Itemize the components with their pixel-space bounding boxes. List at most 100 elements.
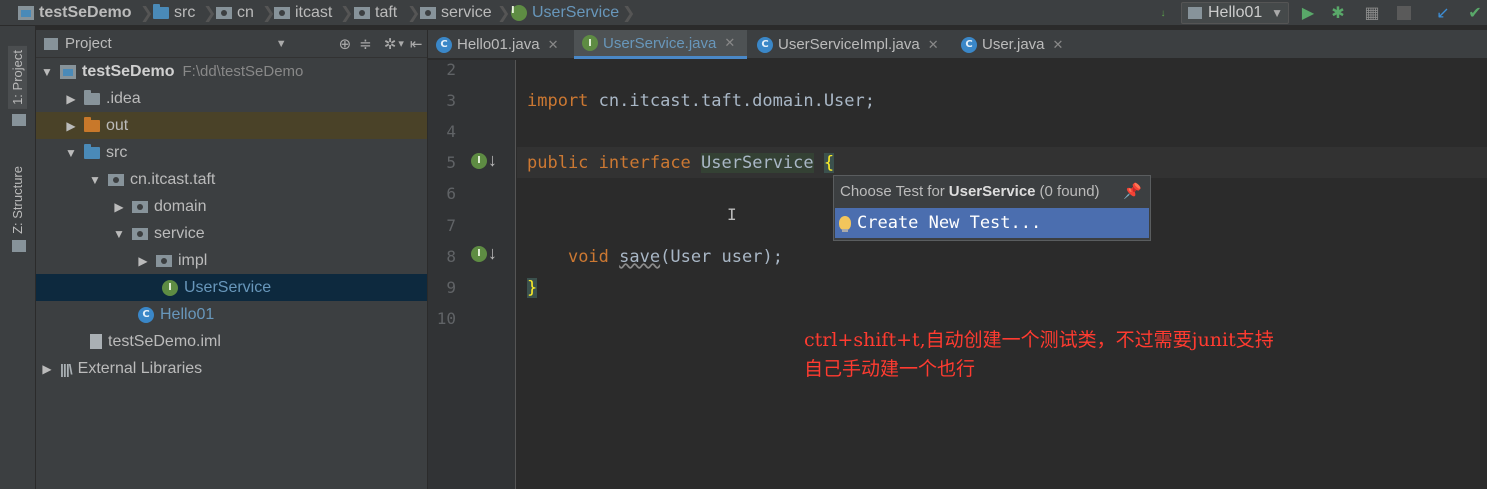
tree-item-project-root[interactable]: ▼ testSeDemo F:\dd\testSeDemo xyxy=(36,58,427,85)
library-icon: |||\ xyxy=(60,360,73,377)
config-icon xyxy=(1188,7,1202,19)
binary-icon[interactable]: ↓ xyxy=(1153,3,1173,23)
tree-item-external-libraries[interactable]: ▶ |||\ External Libraries xyxy=(36,355,427,382)
package-icon xyxy=(108,173,124,186)
breadcrumb-cn[interactable]: cn xyxy=(216,3,254,23)
mouse-text-cursor: I xyxy=(727,205,737,224)
file-icon xyxy=(90,334,102,349)
close-icon[interactable]: ✕ xyxy=(548,37,559,53)
expand-arrow-icon[interactable]: ▼ xyxy=(64,146,78,160)
line-number: 10 xyxy=(436,309,456,328)
hide-panel-icon[interactable]: ⇤ xyxy=(410,35,423,53)
tree-item-out[interactable]: ▶ out xyxy=(36,112,427,139)
tree-item-package-root[interactable]: ▼ cn.itcast.taft xyxy=(36,166,427,193)
tab-userserviceimpl[interactable]: C UserServiceImpl.java ✕ xyxy=(749,30,951,59)
close-icon[interactable]: ✕ xyxy=(928,37,939,53)
settings-chevron-icon[interactable]: ▾ xyxy=(398,37,404,50)
tree-item-userservice[interactable]: I UserService xyxy=(36,274,427,301)
package-icon xyxy=(420,7,436,19)
tree-item-impl[interactable]: ▶ impl xyxy=(36,247,427,274)
chevron-down-icon: ▼ xyxy=(1271,6,1283,20)
line-number: 7 xyxy=(446,216,456,235)
tab-userservice[interactable]: I UserService.java ✕ xyxy=(574,30,747,59)
annotation-line-2: 自己手动建一个也行 xyxy=(804,358,976,380)
code-line-method: void save(User user); xyxy=(567,247,783,267)
project-view-icon xyxy=(44,37,58,50)
folder-icon xyxy=(84,143,100,159)
folder-icon xyxy=(84,116,100,132)
editor-gutter: 2 3 4 5 6 7 8 9 10 I ↓ I ↓ xyxy=(428,60,516,489)
create-new-test-item[interactable]: Create New Test... xyxy=(835,208,1149,238)
close-icon[interactable]: ✕ xyxy=(724,35,735,51)
breadcrumb-itcast[interactable]: itcast xyxy=(274,3,332,23)
class-icon: C xyxy=(961,36,977,53)
coverage-icon[interactable]: ▦ xyxy=(1362,3,1382,23)
structure-tool-icon xyxy=(12,240,26,252)
expand-arrow-icon[interactable]: ▼ xyxy=(112,227,126,241)
tab-user[interactable]: C User.java ✕ xyxy=(953,30,1073,59)
expand-arrow-icon[interactable]: ▶ xyxy=(136,254,150,268)
run-configuration-select[interactable]: Hello01 ▼ xyxy=(1181,2,1289,24)
tree-item-src[interactable]: ▼ src xyxy=(36,139,427,166)
implemented-gutter-icon[interactable]: I ↓ xyxy=(471,150,497,171)
package-icon xyxy=(132,227,148,240)
tree-item-idea[interactable]: ▶ .idea xyxy=(36,85,427,112)
view-select-chevron-icon[interactable]: ▼ xyxy=(276,38,287,50)
tree-item-service[interactable]: ▼ service xyxy=(36,220,427,247)
breadcrumb-separator: ❯ xyxy=(622,5,636,22)
interface-icon: I xyxy=(582,35,598,51)
expand-arrow-icon[interactable]: ▶ xyxy=(40,362,54,376)
project-panel-header: Project ▼ ⊕ ≑ ✲ ▾ ⇤ xyxy=(36,30,427,58)
tab-hello01[interactable]: C Hello01.java ✕ xyxy=(428,30,572,59)
line-number: 8 xyxy=(446,247,456,266)
tree-item-domain[interactable]: ▶ domain xyxy=(36,193,427,220)
stop-icon[interactable] xyxy=(1394,3,1414,23)
tree-item-iml[interactable]: testSeDemo.iml xyxy=(36,328,427,355)
expand-arrow-icon[interactable]: ▶ xyxy=(64,119,78,133)
breadcrumb-userservice[interactable]: I UserService xyxy=(511,3,619,23)
class-icon: C xyxy=(436,36,452,53)
project-icon xyxy=(60,64,76,79)
expand-arrow-icon[interactable]: ▼ xyxy=(40,65,54,79)
debug-icon[interactable]: ✱ xyxy=(1328,3,1348,23)
project-tool-tab[interactable]: 1: Project xyxy=(8,46,27,109)
folder-icon xyxy=(153,4,169,19)
line-number: 2 xyxy=(446,60,456,79)
vcs-commit-icon[interactable]: ✔ xyxy=(1465,3,1485,23)
line-number: 5 xyxy=(446,153,456,172)
run-icon[interactable]: ▶ xyxy=(1298,3,1318,23)
class-icon: C xyxy=(138,306,154,323)
collapse-all-icon[interactable]: ≑ xyxy=(359,35,372,53)
project-icon xyxy=(18,6,34,20)
breadcrumb-separator: ❯ xyxy=(407,5,421,22)
tree-item-hello01[interactable]: C Hello01 xyxy=(36,301,427,328)
close-icon[interactable]: ✕ xyxy=(1053,37,1064,53)
expand-arrow-icon[interactable]: ▶ xyxy=(64,92,78,106)
breadcrumb-separator: ❯ xyxy=(340,5,354,22)
implemented-gutter-icon[interactable]: I ↓ xyxy=(471,243,497,264)
expand-arrow-icon[interactable]: ▼ xyxy=(88,173,102,187)
interface-icon: I xyxy=(511,5,527,21)
settings-gear-icon[interactable]: ✲ xyxy=(384,35,397,53)
scroll-from-source-icon[interactable]: ⊕ xyxy=(339,35,352,53)
vcs-update-icon[interactable]: ↙ xyxy=(1433,3,1453,23)
annotation-line-1: ctrl+shift+t,自动创建一个测试类，不过需要junit支持 xyxy=(804,329,1274,351)
folder-icon xyxy=(84,89,100,105)
project-panel: Project ▼ ⊕ ≑ ✲ ▾ ⇤ ▼ testSeDemo F:\dd\t… xyxy=(36,30,427,489)
pin-icon[interactable]: 📌 xyxy=(1123,182,1142,200)
breadcrumb-separator: ❯ xyxy=(140,5,154,22)
structure-tool-tab[interactable]: Z: Structure xyxy=(8,162,27,238)
package-icon xyxy=(132,200,148,213)
code-editor[interactable]: import cn.itcast.taft.domain.User; publi… xyxy=(517,60,1487,489)
breadcrumb-src[interactable]: src xyxy=(153,3,195,23)
class-icon: C xyxy=(757,36,773,53)
breadcrumb-service[interactable]: service xyxy=(420,3,492,23)
expand-arrow-icon[interactable]: ▶ xyxy=(112,200,126,214)
navigation-bar: testSeDemo ❯ src ❯ cn ❯ itcast ❯ taft ❯ … xyxy=(0,0,1487,26)
breadcrumb-project[interactable]: testSeDemo xyxy=(18,3,131,23)
package-icon xyxy=(274,7,290,19)
breadcrumb-taft[interactable]: taft xyxy=(354,3,397,23)
line-number: 4 xyxy=(446,122,456,141)
package-icon xyxy=(156,254,172,267)
code-line-interface: public interface UserService { xyxy=(527,153,835,173)
